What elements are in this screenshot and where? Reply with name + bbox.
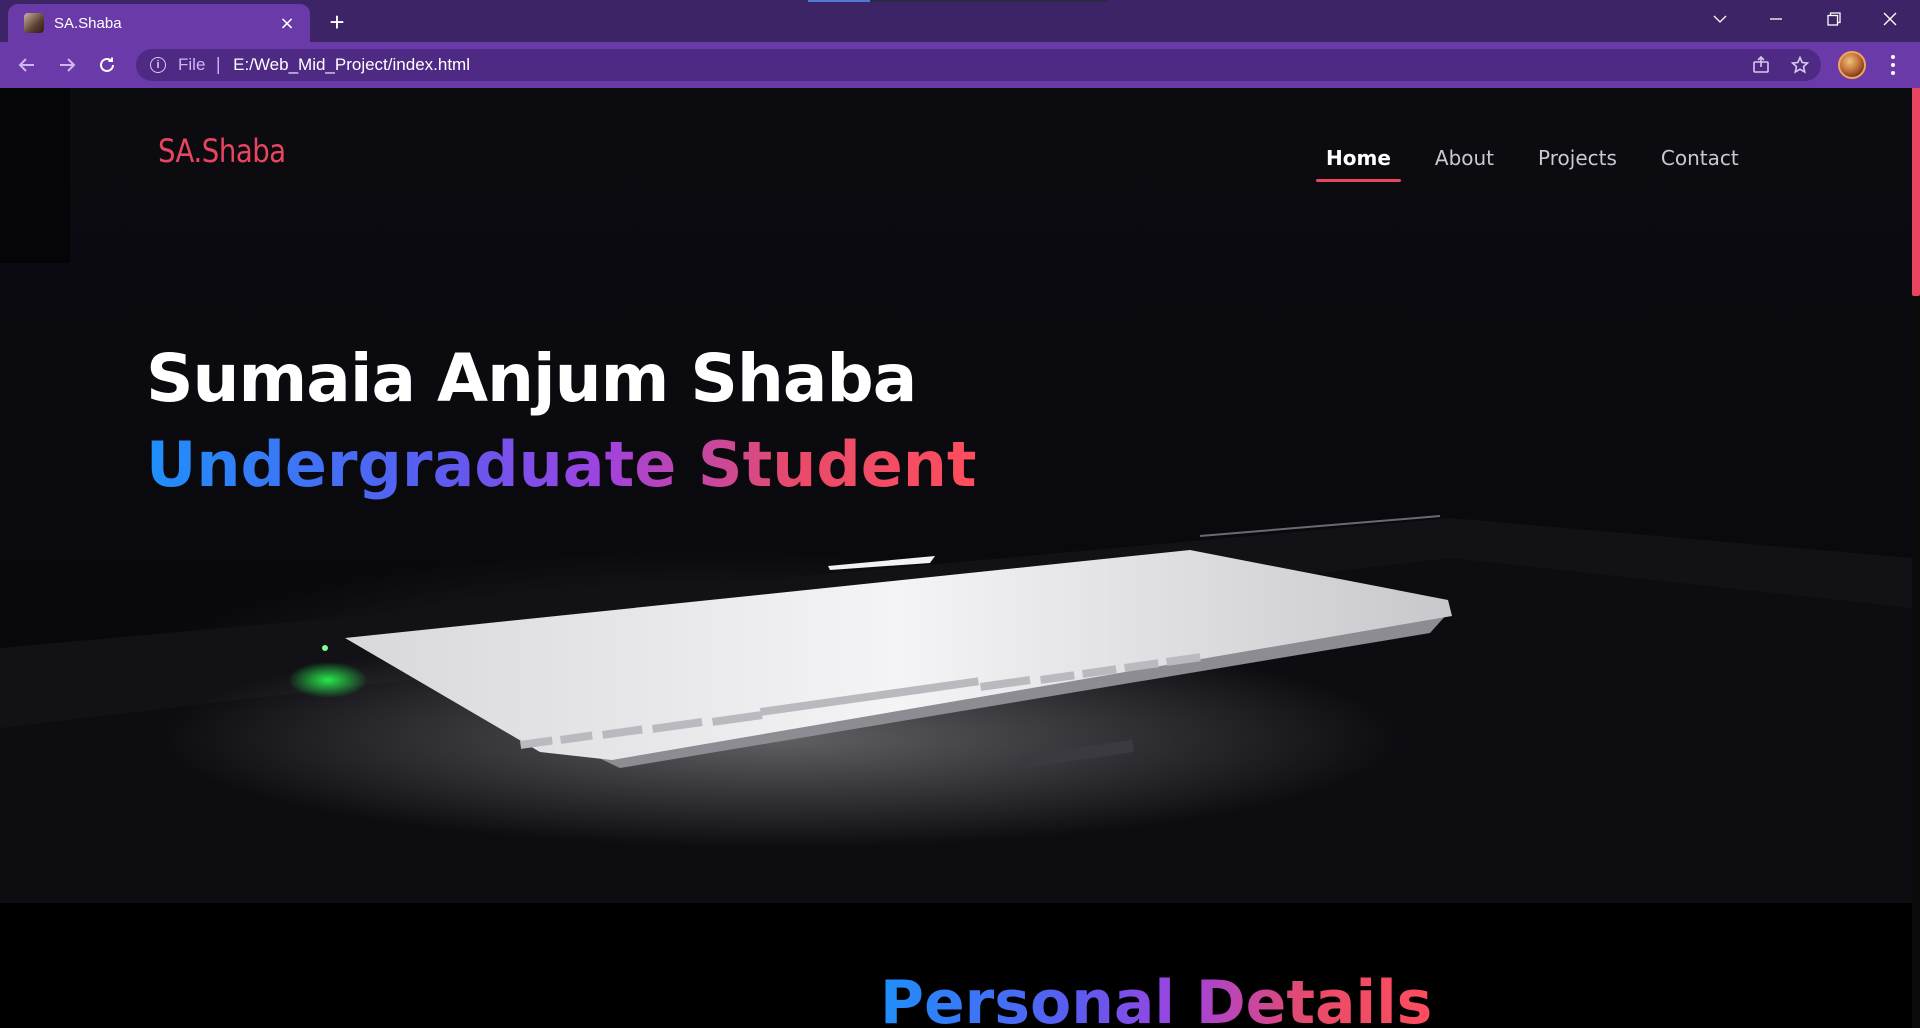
back-button[interactable]: [12, 51, 42, 79]
share-icon: [1753, 56, 1769, 73]
nav-home[interactable]: Home: [1316, 146, 1401, 182]
browser-tab[interactable]: SA.Shaba ×: [8, 4, 310, 42]
favicon-icon: [24, 13, 44, 33]
restore-button[interactable]: [1806, 0, 1862, 38]
browser-toolbar: i File | E:/Web_Mid_Project/index.html: [0, 42, 1920, 88]
address-bar[interactable]: i File | E:/Web_Mid_Project/index.html: [136, 49, 1821, 81]
tabstrip-accent-blue: [808, 0, 870, 2]
new-tab-button[interactable]: +: [322, 7, 352, 37]
page-scrollbar-thumb[interactable]: [1912, 88, 1920, 296]
bookmark-button[interactable]: [1784, 49, 1816, 81]
page-viewport: SA.Shaba Home About Projects Contact Sum…: [0, 88, 1920, 1028]
hero-section: SA.Shaba Home About Projects Contact Sum…: [0, 88, 1912, 903]
tab-search-button[interactable]: [1692, 0, 1748, 38]
site-logo[interactable]: SA.Shaba: [158, 132, 286, 170]
nav-projects[interactable]: Projects: [1528, 146, 1627, 182]
hero-name: Sumaia Anjum Shaba: [146, 340, 917, 417]
info-icon[interactable]: i: [150, 57, 166, 73]
tab-close-icon[interactable]: ×: [276, 12, 298, 34]
minimize-button[interactable]: [1748, 0, 1804, 38]
restore-icon: [1827, 12, 1841, 26]
close-icon: [1883, 12, 1897, 26]
profile-avatar[interactable]: [1838, 51, 1866, 79]
arrow-left-icon: [18, 58, 34, 72]
section-title-personal-details: Personal Details: [880, 968, 1432, 1028]
forward-button[interactable]: [52, 51, 82, 79]
menu-dot: [1891, 71, 1895, 75]
tab-title: SA.Shaba: [54, 14, 122, 32]
nav-contact[interactable]: Contact: [1651, 146, 1749, 182]
star-icon: [1791, 56, 1809, 74]
url-scheme: File: [178, 55, 206, 74]
share-button[interactable]: [1745, 49, 1777, 81]
close-window-button[interactable]: [1862, 0, 1918, 38]
nav-about[interactable]: About: [1425, 146, 1504, 182]
reload-button[interactable]: [92, 51, 122, 79]
browser-tabstrip: SA.Shaba × +: [0, 0, 1920, 42]
menu-dot: [1891, 63, 1895, 67]
menu-dot: [1891, 55, 1895, 59]
arrow-right-icon: [60, 58, 76, 72]
url-text[interactable]: E:/Web_Mid_Project/index.html: [233, 55, 470, 75]
site-nav: Home About Projects Contact: [1316, 146, 1773, 182]
chevron-down-icon: [1713, 15, 1727, 23]
hero-role: Undergraduate Student: [146, 428, 977, 501]
minimize-icon: [1770, 18, 1782, 20]
url-separator: |: [215, 55, 222, 75]
browser-menu-button[interactable]: [1880, 50, 1906, 80]
reload-icon: [100, 57, 114, 72]
